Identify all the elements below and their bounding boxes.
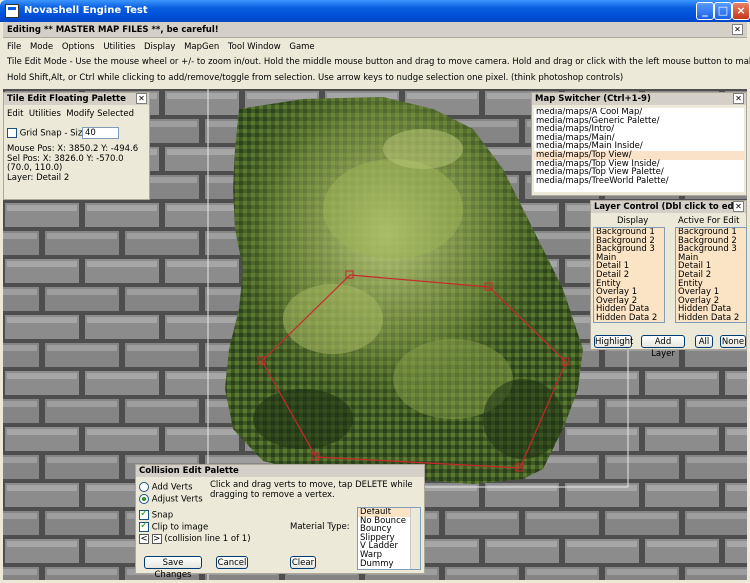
save-changes-button[interactable]: Save Changes xyxy=(144,556,202,580)
display-layer-item[interactable]: Hidden Data 2 xyxy=(594,314,664,322)
material-list[interactable]: Default No Bounce Bouncy Slippery V Ladd… xyxy=(357,507,421,570)
adjust-verts-radio[interactable] xyxy=(139,494,149,504)
collision-palette-title-text: Collision Edit Palette xyxy=(139,466,239,476)
active-layer-item[interactable]: Hidden Data 2 xyxy=(676,314,746,322)
collision-line-nav: < > (collision line 1 of 1) xyxy=(139,534,251,544)
collision-edit-palette: Collision Edit Palette Add Verts Adjust … xyxy=(135,464,425,580)
snap-option[interactable]: Snap xyxy=(139,508,174,521)
tile-menu-utilities[interactable]: Utilities xyxy=(29,109,61,119)
menu-game[interactable]: Game xyxy=(289,42,314,52)
menu-utilities[interactable]: Utilities xyxy=(103,42,135,52)
close-icon[interactable]: ✕ xyxy=(732,24,743,35)
tile-palette-title[interactable]: Tile Edit Floating Palette ✕ xyxy=(4,93,149,105)
close-icon[interactable]: ✕ xyxy=(733,201,744,212)
minimize-button[interactable]: _ xyxy=(696,2,714,20)
app-window: Novashell Engine Test _ □ × Editing ** M… xyxy=(0,0,750,583)
layer-readout: Layer: Detail 2 xyxy=(7,172,70,183)
material-type-label: Material Type: xyxy=(290,522,350,532)
main-menu: File Mode Options Utilities Display MapG… xyxy=(3,40,747,55)
menu-display[interactable]: Display xyxy=(144,42,175,52)
menu-mapgen[interactable]: MapGen xyxy=(184,42,219,52)
display-layer-list[interactable]: Background 1 Background 2 Background 3 M… xyxy=(593,227,665,323)
grid-snap-checkbox[interactable] xyxy=(7,128,17,138)
tile-menu-modify-selected[interactable]: Modify Selected xyxy=(66,109,134,119)
grid-size-input[interactable]: 40 xyxy=(82,127,119,139)
window-title: Novashell Engine Test xyxy=(24,5,148,16)
map-switcher-palette: Map Switcher (Ctrl+1-9) ✕ media/maps/A C… xyxy=(531,92,747,196)
tile-menu-edit[interactable]: Edit xyxy=(7,109,23,119)
banner-text: Editing ** MASTER MAP FILES **, be caref… xyxy=(7,25,219,35)
client-area: Editing ** MASTER MAP FILES **, be caref… xyxy=(3,22,750,580)
close-icon[interactable]: ✕ xyxy=(733,93,744,104)
adjust-verts-label: Adjust Verts xyxy=(151,494,203,505)
tile-palette-info: Mouse Pos: X: 3850.2 Y: -494.6 Sel Pos: … xyxy=(7,144,138,183)
clear-button[interactable]: Clear xyxy=(290,556,316,569)
add-verts-label: Add Verts xyxy=(151,482,193,493)
material-scrollbar[interactable] xyxy=(410,508,420,569)
close-icon[interactable]: ✕ xyxy=(136,93,147,104)
layer-control-title[interactable]: Layer Control (Dbl click to edit) ✕ xyxy=(591,201,746,213)
menu-options[interactable]: Options xyxy=(62,42,95,52)
collision-hint: Click and drag verts to move, tap DELETE… xyxy=(210,480,413,500)
prev-line-button[interactable]: < xyxy=(139,534,149,544)
grid-snap-row: Grid Snap - Size xyxy=(7,128,88,139)
grid-snap-label: Grid Snap - Size xyxy=(19,128,88,139)
active-layer-list[interactable]: Background 1 Background 2 Background 3 M… xyxy=(675,227,747,323)
highlight-button[interactable]: Highlight xyxy=(594,335,633,348)
cancel-button[interactable]: Cancel xyxy=(216,556,248,569)
snap-checkbox[interactable] xyxy=(139,508,149,520)
help-text-line2: Hold Shift,Alt, or Ctrl while clicking t… xyxy=(7,73,624,83)
menu-tool-window[interactable]: Tool Window xyxy=(228,42,281,52)
clip-checkbox[interactable] xyxy=(139,520,149,532)
tile-palette-menu: Edit Utilities Modify Selected xyxy=(7,109,134,119)
add-layer-button[interactable]: Add Layer xyxy=(641,335,685,359)
app-icon xyxy=(5,4,19,18)
clip-option[interactable]: Clip to image xyxy=(139,520,209,533)
menu-file[interactable]: File xyxy=(7,42,21,52)
add-verts-radio[interactable] xyxy=(139,482,149,492)
collision-line-label: (collision line 1 of 1) xyxy=(164,534,251,544)
map-switcher-title[interactable]: Map Switcher (Ctrl+1-9) ✕ xyxy=(532,93,746,105)
help-text-line1: Tile Edit Mode - Use the mouse wheel or … xyxy=(7,57,750,67)
adjust-verts-option[interactable]: Adjust Verts xyxy=(139,494,203,505)
map-list[interactable]: media/maps/A Cool Map/ media/maps/Generi… xyxy=(534,108,744,192)
maximize-button[interactable]: □ xyxy=(714,2,732,20)
close-button[interactable]: × xyxy=(732,2,750,20)
active-header: Active For Edit xyxy=(678,216,740,226)
snap-label: Snap xyxy=(151,510,174,521)
none-button[interactable]: None xyxy=(720,335,746,348)
layer-control-title-text: Layer Control (Dbl click to edit) xyxy=(594,202,745,212)
all-button[interactable]: All xyxy=(695,335,713,348)
collision-palette-title[interactable]: Collision Edit Palette xyxy=(136,465,424,477)
next-line-button[interactable]: > xyxy=(151,534,162,544)
tile-edit-palette: Tile Edit Floating Palette ✕ Edit Utilit… xyxy=(3,92,150,200)
menu-mode[interactable]: Mode xyxy=(30,42,53,52)
add-verts-option[interactable]: Add Verts xyxy=(139,482,193,493)
display-header: Display xyxy=(617,216,649,226)
layer-control-palette: Layer Control (Dbl click to edit) ✕ Disp… xyxy=(590,200,747,359)
tile-palette-title-text: Tile Edit Floating Palette xyxy=(7,94,126,104)
map-list-item[interactable]: media/maps/TreeWorld Palette/ xyxy=(534,177,744,186)
map-switcher-title-text: Map Switcher (Ctrl+1-9) xyxy=(535,94,651,104)
title-bar[interactable]: Novashell Engine Test _ □ × xyxy=(0,0,750,22)
clip-label: Clip to image xyxy=(151,522,209,533)
editor-banner: Editing ** MASTER MAP FILES **, be caref… xyxy=(3,22,747,38)
